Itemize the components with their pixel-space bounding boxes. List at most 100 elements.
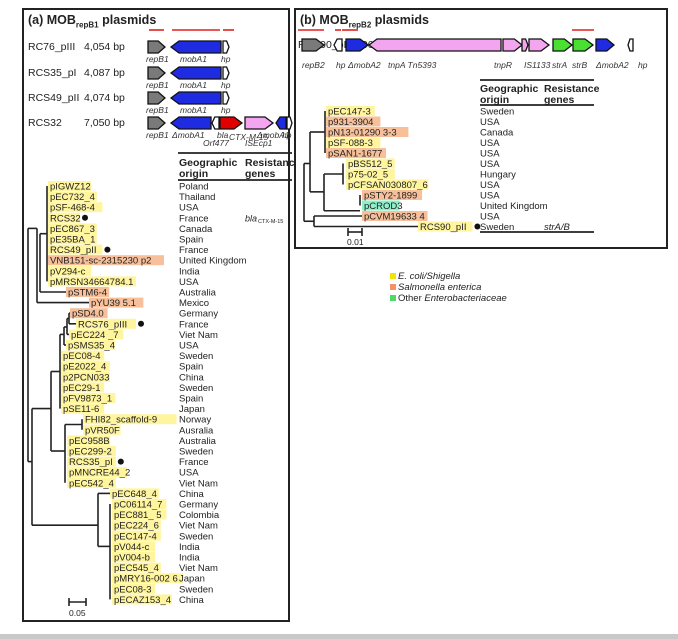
leaf-label: pEC08-3 [114,584,152,595]
leaf-origin: Sweden [179,383,213,394]
leaf-label: pMRY16-002 6 [114,574,178,585]
leaf-label: pEC147-3 [328,107,371,118]
gene-label: hp [221,80,231,90]
leaf-label: pSMS35_4 [68,341,115,352]
leaf-origin: USA [480,212,500,223]
leaf-origin: Sweden [179,531,213,542]
leaf-label: FHI82_scaffold-9 [85,415,157,426]
leaf-label: RCS49_pII [50,245,96,256]
map-plasmid-name: RCS49_pII [28,92,79,104]
mobA1-gene-arrow [169,91,222,105]
leaf-label: pEC542_4 [69,478,114,489]
leaf-label: pIGWZ12 [50,182,91,193]
leaf-origin: Viet Nam [179,478,218,489]
leaf-origin: France [179,213,209,224]
leaf-origin: Canada [179,224,213,235]
scale-bar-label: 0.01 [347,237,364,247]
panel-a-mobrepb1: (a) MOBrepB1 plasmids RC76_pIII 4,054 bp r… [22,8,301,622]
leaf-origin: Spain [179,235,203,246]
gene-label: ΔmobA2 [347,60,381,70]
gene-label: hp [221,105,231,115]
leaf-origin: Sweden [179,447,213,458]
leaf-label: pYU39 5.1 [91,298,136,309]
gene-label: repB1 [146,130,169,140]
leaf-origin: Japan [179,404,205,415]
map-plasmid-size: 4,074 bp [84,92,125,104]
leaf-label: pEC545_4 [114,563,159,574]
leaf-label: RCS90_pII [420,222,466,233]
mobA1-fragment-gene-arrow [275,116,287,130]
leaf-origin: USA [480,138,500,149]
leaf-label: pE35BA_1 [50,235,95,246]
leaf-label: pE2022_4 [63,362,106,373]
gene-label: mobA1 [180,54,207,64]
leaf-label: pMNCRE44_2 [69,468,130,479]
orf477-gene-arrow [211,116,220,130]
leaf-label: pEC867_3 [50,224,95,235]
leaf-origin: Viet Nam [179,563,218,574]
leaf-origin: Spain [179,394,203,405]
is1133-gene-arrow [528,38,551,52]
gene-label: IS1133 [524,60,551,70]
leaf-origin: USA [480,191,500,202]
leaf-origin: USA [179,203,199,214]
leaf-origin: France [179,319,209,330]
study-plasmid-marker [104,246,111,253]
leaf-label: pCVM19633 4 [364,212,425,223]
study-plasmid-marker [117,458,124,465]
mobA2-fragment-gene-arrow [595,38,616,52]
leaf-origin: France [179,245,209,256]
leaf-origin: Spain [179,362,203,373]
leaf-origin: Japan [179,574,205,585]
legend-item-salmonella: Salmonella enterica [390,282,481,293]
leaf-label: pV294-c [50,266,86,277]
leaf-label: pEC08-4 [63,351,101,362]
leaf-label: pSD4.0 [72,309,104,320]
repB1-gene-arrow [147,116,166,130]
hp-gene-arrow [286,116,293,130]
leaf-origin: Viet Nam [179,330,218,341]
panel-b-mobrepb2: (b) MOBrepB2 plasmids RCS90_pII11,964 bp… [294,8,668,249]
leaf-origin: Viet Nam [179,521,218,532]
gene-label: hp [336,60,346,70]
leaf-resistance: bla [245,213,257,223]
hp-gene-arrow [222,91,230,105]
leaf-resistance-subscript: CTX-M-15 [258,219,283,225]
map-plasmid-name: RCS32 [28,117,62,129]
leaf-origin: India [179,542,200,553]
leaf-origin: Germany [179,500,218,511]
leaf-origin: USA [480,159,500,170]
leaf-label: pVR50F [85,425,120,436]
leaf-label: pEC299-2 [69,447,112,458]
leaf-label: p75-02_5 [348,170,388,181]
map-plasmid-name: RC76_pIII [28,41,75,53]
leaf-label: pSE11-6 [63,404,99,415]
gene-label: tnpR [494,60,512,70]
leaf-label: RCS76_pIII [78,319,127,330]
leaf-origin: Mexico [179,298,209,309]
gene-label: tnpA Tn5393 [388,60,437,70]
leaf-origin: Sweden [179,351,213,362]
leaf-label: VNB151-sc-2315230 p2 [50,256,151,267]
leaf-origin: Ausralia [179,425,214,436]
leaf-label: pBS512_5 [348,159,392,170]
map-plasmid-size: 4,054 bp [84,41,125,53]
leaf-origin: Sweden [480,107,514,118]
legend-swatch-other [390,295,396,302]
repB1-gene-arrow [147,91,166,105]
leaf-label: pN13-01290 3-3 [328,128,397,139]
repB1-gene-arrow [147,66,166,80]
leaf-label: pSF-468-4 [50,203,95,214]
study-plasmid-marker [138,320,144,327]
leaf-label: pCROD3 [364,201,403,212]
gene-label: repB1 [146,80,169,90]
panel-a-graphics: RC76_pIII 4,054 bp repB1 mobA1 hp RCS35_pI 4,0… [27,29,301,618]
leaf-label: pEC648_4 [112,489,157,500]
bla-ctx-m-15-gene-arrow [219,116,244,130]
gene-label: ΔmobA1 [171,130,205,140]
tnpA-gene-arrow [367,38,502,52]
legend-item-ecoli: E. coli/Shigella [390,271,460,282]
leaf-label: pEC224_6 [114,521,159,532]
leaf-origin: USA [480,117,500,128]
legend-swatch-ecoli [390,273,396,280]
